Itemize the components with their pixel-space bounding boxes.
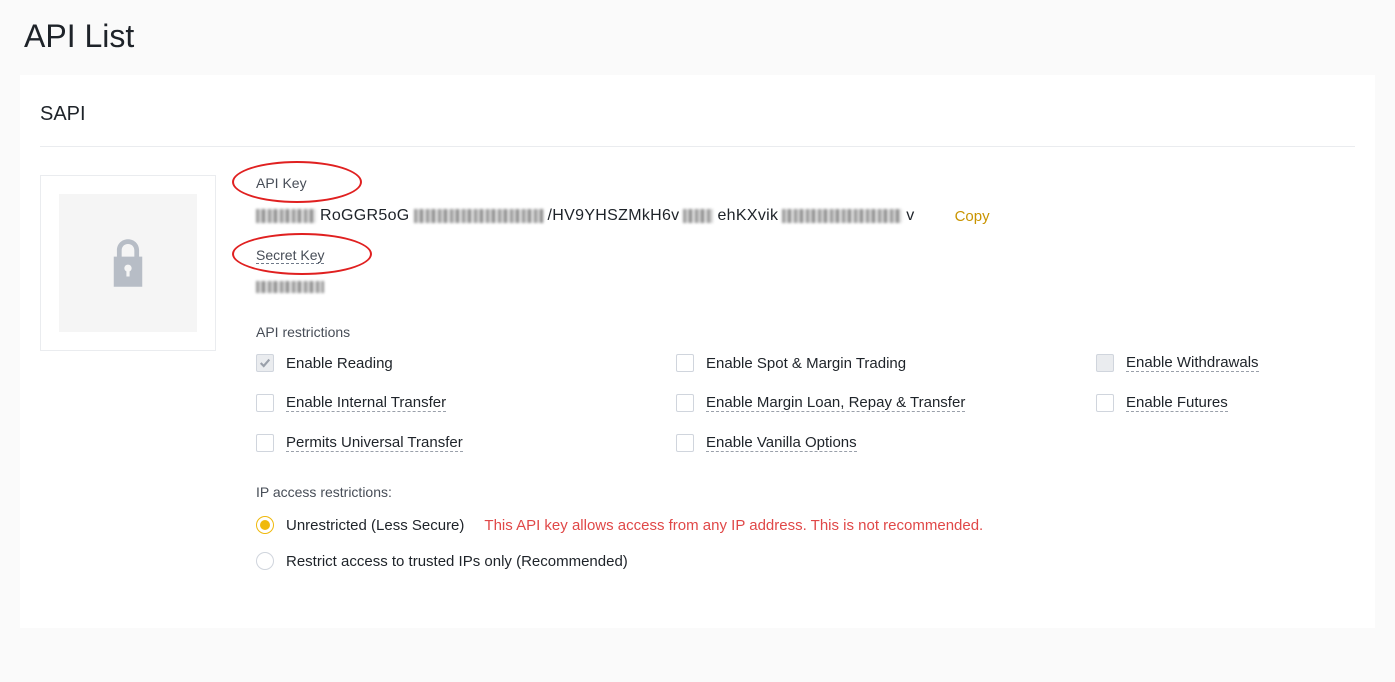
qr-inner xyxy=(59,194,197,332)
checkbox-label: Enable Spot & Margin Trading xyxy=(706,355,906,372)
copy-button[interactable]: Copy xyxy=(955,208,990,225)
checkbox-label: Permits Universal Transfer xyxy=(286,434,463,452)
checkbox-icon xyxy=(256,394,274,412)
api-restrictions-label: API restrictions xyxy=(256,324,1355,340)
ip-warning-text: This API key allows access from any IP a… xyxy=(484,517,983,534)
secret-key-field: Secret Key xyxy=(256,247,1355,298)
lock-icon xyxy=(109,239,147,287)
restrictions-grid: Enable Reading Enable Spot & Margin Tradi… xyxy=(256,354,1355,452)
checkbox-label: Enable Margin Loan, Repay & Transfer xyxy=(706,394,965,412)
checkbox-label: Enable Withdrawals xyxy=(1126,354,1259,372)
secret-key-label: Secret Key xyxy=(256,247,324,264)
ip-option[interactable]: Restrict access to trusted IPs only (Rec… xyxy=(256,552,1355,570)
restriction-checkbox[interactable]: Enable Margin Loan, Repay & Transfer xyxy=(676,394,1096,412)
checkbox-label: Enable Reading xyxy=(286,355,393,372)
restriction-checkbox[interactable]: Enable Withdrawals xyxy=(1096,354,1355,372)
checkbox-icon xyxy=(676,434,694,452)
api-key-label: API Key xyxy=(256,175,307,191)
checkbox-icon xyxy=(256,434,274,452)
checkbox-icon xyxy=(676,394,694,412)
radio-icon xyxy=(256,552,274,570)
restriction-checkbox[interactable]: Enable Futures xyxy=(1096,394,1355,412)
ip-options: Unrestricted (Less Secure) This API key a… xyxy=(256,516,1355,570)
restriction-checkbox[interactable]: Enable Spot & Margin Trading xyxy=(676,354,1096,372)
page-title: API List xyxy=(0,0,1395,75)
secret-key-value xyxy=(256,281,324,293)
radio-label: Restrict access to trusted IPs only (Rec… xyxy=(286,553,628,570)
restriction-checkbox[interactable]: Enable Vanilla Options xyxy=(676,434,1096,452)
checkbox-label: Enable Futures xyxy=(1126,394,1228,412)
card-title: SAPI xyxy=(40,103,1355,147)
checkbox-icon xyxy=(676,354,694,372)
checkbox-label: Enable Vanilla Options xyxy=(706,434,857,452)
radio-icon xyxy=(256,516,274,534)
api-card: SAPI API Key RoGGR5oG /HV9YHSZMkH6v xyxy=(20,75,1375,628)
fields-column: API Key RoGGR5oG /HV9YHSZMkH6v ehKXvik v… xyxy=(256,175,1355,588)
checkbox-icon xyxy=(1096,394,1114,412)
ip-restrictions-title: IP access restrictions: xyxy=(256,484,1355,500)
card-body: API Key RoGGR5oG /HV9YHSZMkH6v ehKXvik v… xyxy=(40,175,1355,588)
restriction-checkbox[interactable]: Enable Reading xyxy=(256,354,676,372)
checkbox-label: Enable Internal Transfer xyxy=(286,394,446,412)
restriction-checkbox[interactable]: Enable Internal Transfer xyxy=(256,394,676,412)
api-key-field: API Key RoGGR5oG /HV9YHSZMkH6v ehKXvik v… xyxy=(256,175,1355,225)
qr-placeholder xyxy=(40,175,216,351)
checkbox-icon xyxy=(256,354,274,372)
api-key-value: RoGGR5oG /HV9YHSZMkH6v ehKXvik v xyxy=(256,207,915,225)
radio-label: Unrestricted (Less Secure) xyxy=(286,517,464,534)
ip-option[interactable]: Unrestricted (Less Secure) This API key a… xyxy=(256,516,1355,534)
restriction-checkbox[interactable]: Permits Universal Transfer xyxy=(256,434,676,452)
checkbox-icon xyxy=(1096,354,1114,372)
